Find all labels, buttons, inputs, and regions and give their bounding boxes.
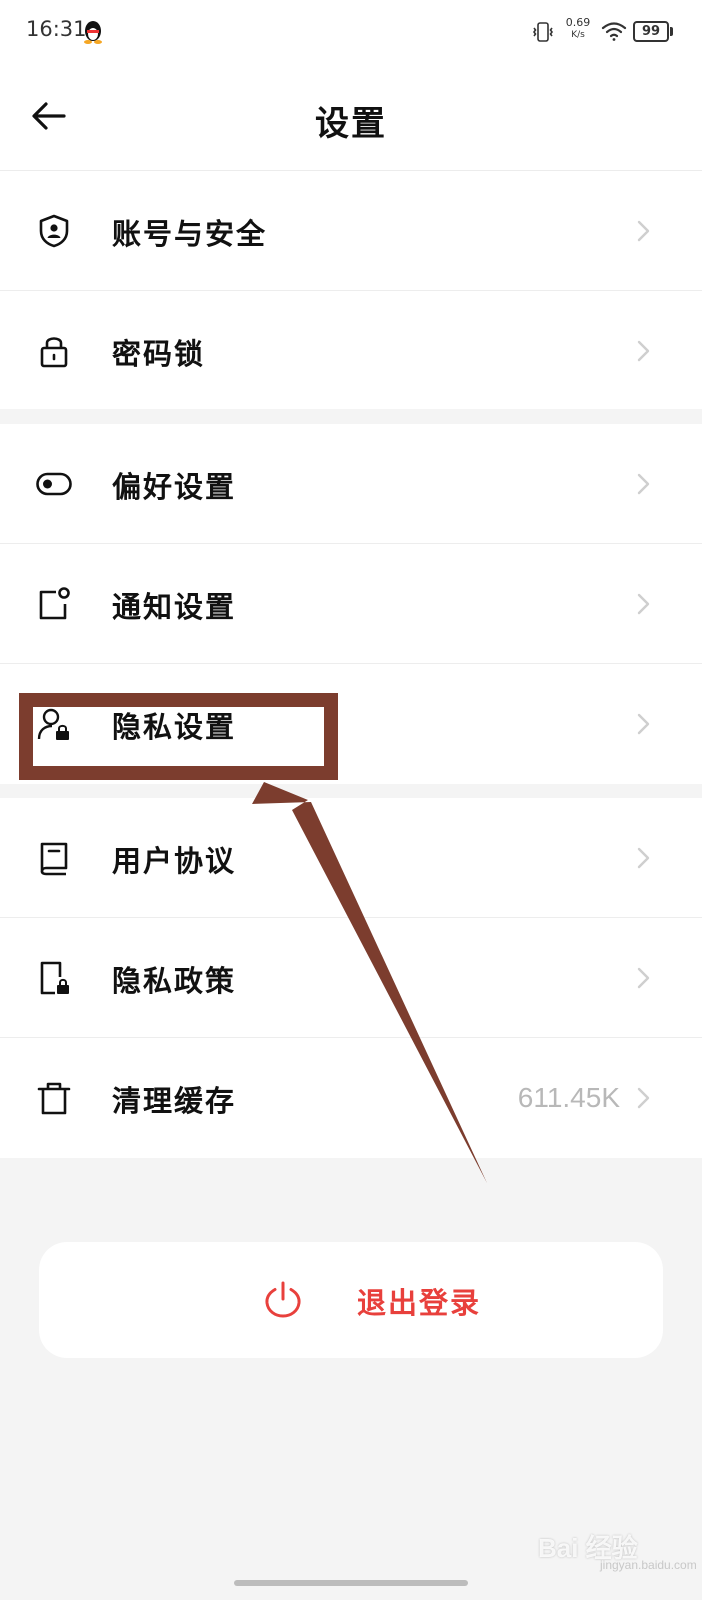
- status-time: 16:31: [26, 17, 87, 41]
- settings-item-user-agreement[interactable]: 用户协议: [0, 798, 702, 918]
- trash-icon: [36, 1080, 72, 1116]
- settings-item-password-lock[interactable]: 密码锁: [0, 291, 702, 411]
- settings-item-label: 隐私政策: [112, 964, 237, 998]
- lock-icon: [36, 333, 72, 369]
- power-icon: [263, 1280, 303, 1320]
- chevron-right-icon: [636, 339, 652, 363]
- annotation-highlight-box: [19, 693, 338, 780]
- battery-tip: [670, 27, 673, 36]
- chevron-right-icon: [636, 966, 652, 990]
- settings-item-account-security[interactable]: 账号与安全: [0, 171, 702, 291]
- page-title: 设置: [315, 104, 387, 144]
- chevron-right-icon: [636, 1086, 652, 1110]
- network-speed-unit: K/s: [571, 30, 585, 40]
- settings-group-account: 账号与安全 密码锁: [0, 171, 702, 409]
- settings-item-privacy-policy[interactable]: 隐私政策: [0, 918, 702, 1038]
- qq-penguin-icon: [82, 18, 104, 44]
- baidu-watermark-url: jingyan.baidu.com: [600, 1558, 697, 1572]
- settings-item-label: 偏好设置: [112, 470, 237, 504]
- home-indicator[interactable]: [234, 1580, 468, 1586]
- chevron-right-icon: [636, 219, 652, 243]
- cache-size-value: 611.45K: [517, 1082, 620, 1113]
- shield-user-icon: [36, 213, 72, 249]
- settings-group-legal: 用户协议 隐私政策 清理缓存 611.45K: [0, 798, 702, 1158]
- settings-item-label: 密码锁: [112, 337, 206, 371]
- network-speed-value: 0.69: [565, 16, 591, 29]
- vibrate-icon: [531, 20, 555, 44]
- notification-icon: [36, 586, 72, 622]
- settings-item-label: 通知设置: [112, 590, 237, 624]
- logout-label: 退出登录: [357, 1286, 482, 1320]
- book-icon: [36, 840, 72, 876]
- chevron-right-icon: [636, 592, 652, 616]
- toggle-icon: [36, 466, 72, 502]
- chevron-right-icon: [636, 712, 652, 736]
- nav-bar: 设置: [0, 62, 702, 171]
- wifi-icon: [600, 20, 628, 42]
- settings-item-notifications[interactable]: 通知设置: [0, 544, 702, 664]
- network-speed: 0.69 K/s: [560, 17, 596, 41]
- settings-item-clear-cache[interactable]: 清理缓存 611.45K: [0, 1038, 702, 1158]
- settings-item-label: 账号与安全: [112, 217, 268, 251]
- document-lock-icon: [36, 960, 72, 996]
- chevron-right-icon: [636, 846, 652, 870]
- status-bar: 16:31 0.69 K/s 99: [0, 0, 702, 62]
- settings-item-label: 用户协议: [112, 844, 237, 878]
- battery-icon: 99: [633, 21, 669, 42]
- chevron-right-icon: [636, 472, 652, 496]
- battery-level: 99: [641, 24, 661, 39]
- settings-item-label: 清理缓存: [112, 1084, 237, 1118]
- settings-item-preferences[interactable]: 偏好设置: [0, 424, 702, 544]
- logout-button[interactable]: 退出登录: [39, 1242, 663, 1358]
